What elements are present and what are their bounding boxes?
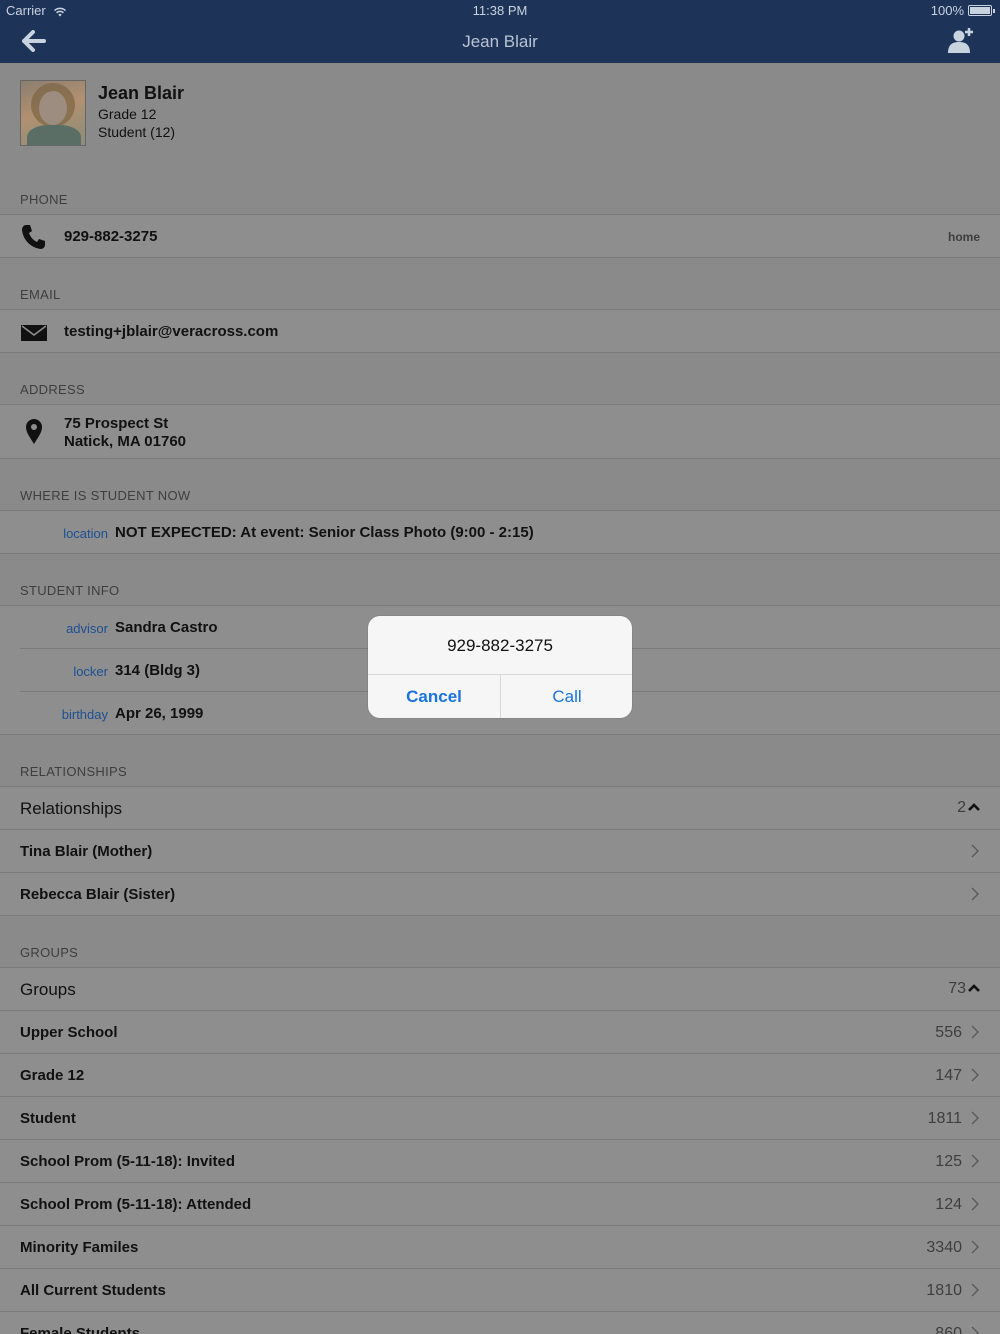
group-member-count: 124: [935, 1196, 962, 1213]
location-label: location: [63, 526, 108, 541]
caret-up-icon: [968, 803, 980, 811]
group-member-count: 1811: [927, 1110, 962, 1127]
chevron-right-icon: [971, 1326, 979, 1334]
group-item[interactable]: School Prom (5-11-18): Attended 124: [0, 1183, 1000, 1226]
clock: 11:38 PM: [472, 3, 528, 18]
relationships-toggle-row[interactable]: Relationships 2: [0, 787, 1000, 830]
caret-up-icon: [968, 984, 980, 992]
call-button[interactable]: Call: [501, 675, 632, 718]
navigation-bar: Carrier 11:38 PM 100% Jean Blair: [0, 0, 1000, 63]
group-item[interactable]: Female Students 860: [0, 1312, 1000, 1334]
group-item[interactable]: All Current Students 1810: [0, 1269, 1000, 1312]
dialog-phone-number: 929-882-3275: [447, 636, 553, 655]
group-member-count: 147: [935, 1067, 962, 1084]
chevron-right-icon: [971, 1068, 979, 1082]
email-row[interactable]: testing+jblair@veracross.com: [0, 310, 1000, 353]
chevron-right-icon: [971, 887, 979, 901]
chevron-right-icon: [971, 1197, 979, 1211]
call-confirm-dialog: 929-882-3275 Cancel Call: [368, 616, 632, 718]
group-name: Student: [20, 1110, 76, 1127]
group-name: Female Students: [20, 1325, 141, 1334]
avatar: [20, 80, 86, 146]
where-section-header: WHERE IS STUDENT NOW: [0, 477, 1000, 511]
chevron-right-icon: [971, 1025, 979, 1039]
address-section-header: ADDRESS: [0, 371, 1000, 405]
phone-icon: [22, 225, 45, 249]
location-value: NOT EXPECTED: At event: Senior Class Pho…: [115, 524, 534, 541]
chevron-right-icon: [971, 1240, 979, 1254]
group-member-count: 3340: [926, 1239, 962, 1256]
birthday-value: Apr 26, 1999: [115, 705, 204, 722]
relationships-title: Relationships: [20, 799, 123, 818]
group-name: Upper School: [20, 1024, 118, 1041]
address-line-2: Natick, MA 01760: [64, 433, 187, 450]
cancel-button[interactable]: Cancel: [368, 675, 500, 718]
relationships-count: 2: [957, 799, 966, 816]
envelope-icon: [21, 325, 47, 341]
group-item[interactable]: School Prom (5-11-18): Invited 125: [0, 1140, 1000, 1183]
map-pin-icon: [26, 419, 42, 444]
profile-header: Jean Blair Grade 12 Student (12): [0, 63, 1000, 181]
birthday-label: birthday: [61, 707, 108, 722]
chevron-right-icon: [971, 1283, 979, 1297]
locker-value: 314 (Bldg 3): [115, 662, 201, 679]
student-role: Student (12): [98, 124, 176, 140]
group-name: Grade 12: [20, 1067, 85, 1084]
relationship-name: Rebecca Blair (Sister): [20, 886, 176, 903]
relationships-section-header: RELATIONSHIPS: [0, 753, 1000, 787]
group-item[interactable]: Student 1811: [0, 1097, 1000, 1140]
page-title: Jean Blair: [462, 32, 538, 51]
group-list: Upper School 556 Grade 12 147 Student 1811 Sch…: [0, 1011, 1000, 1334]
student-grade: Grade 12: [98, 106, 157, 122]
groups-toggle-row[interactable]: Groups 73: [0, 968, 1000, 1011]
email-address: testing+jblair@veracross.com: [64, 323, 279, 340]
group-name: All Current Students: [20, 1282, 166, 1299]
group-member-count: 125: [935, 1153, 962, 1170]
student-name: Jean Blair: [98, 83, 185, 103]
group-member-count: 556: [935, 1024, 962, 1041]
location-row: location NOT EXPECTED: At event: Senior …: [0, 511, 1000, 554]
phone-row[interactable]: 929-882-3275 home: [0, 215, 1000, 258]
groups-title: Groups: [20, 980, 76, 999]
group-item[interactable]: Grade 12 147: [0, 1054, 1000, 1097]
battery-icon: [968, 5, 995, 16]
relationship-item[interactable]: Tina Blair (Mother): [0, 830, 1000, 873]
group-member-count: 860: [935, 1325, 962, 1334]
relationship-name: Tina Blair (Mother): [20, 843, 153, 860]
group-name: Minority Familes: [20, 1239, 139, 1256]
battery-status: 100%: [930, 3, 995, 18]
battery-percent: 100%: [930, 3, 964, 18]
groups-count: 73: [948, 980, 966, 997]
student-info-section-header: STUDENT INFO: [0, 572, 1000, 606]
advisor-label: advisor: [66, 621, 108, 636]
chevron-right-icon: [971, 844, 979, 858]
phone-number: 929-882-3275: [64, 228, 158, 245]
group-item[interactable]: Minority Familes 3340: [0, 1226, 1000, 1269]
chevron-right-icon: [971, 1111, 979, 1125]
group-name: School Prom (5-11-18): Attended: [20, 1196, 252, 1213]
group-member-count: 1810: [926, 1282, 962, 1299]
relationship-item[interactable]: Rebecca Blair (Sister): [0, 873, 1000, 916]
locker-label: locker: [73, 664, 108, 679]
advisor-value: Sandra Castro: [115, 619, 218, 636]
add-contact-icon[interactable]: [948, 27, 974, 53]
group-item[interactable]: Upper School 556: [0, 1011, 1000, 1054]
chevron-right-icon: [971, 1154, 979, 1168]
group-name: School Prom (5-11-18): Invited: [20, 1153, 236, 1170]
groups-section-header: GROUPS: [0, 934, 1000, 968]
phone-section-header: PHONE: [0, 181, 1000, 215]
phone-type: home: [947, 230, 980, 244]
address-line-1: 75 Prospect St: [64, 415, 169, 432]
email-section-header: EMAIL: [0, 276, 1000, 310]
address-row[interactable]: 75 Prospect St Natick, MA 01760: [0, 405, 1000, 459]
